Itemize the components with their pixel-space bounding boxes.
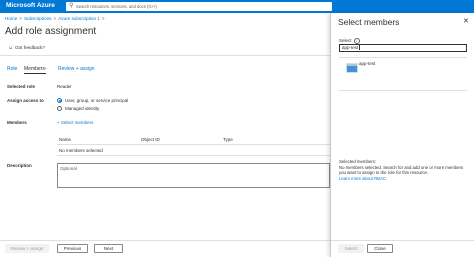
text-cursor — [358, 45, 360, 51]
member-search-input[interactable]: app-test — [339, 44, 467, 52]
radio-managed-identity[interactable] — [57, 106, 62, 111]
tab-members[interactable]: Members* — [24, 66, 47, 74]
tab-review-assign[interactable]: Review + assign — [58, 66, 95, 72]
page-title: Add role assignment — [5, 26, 97, 37]
breadcrumb-subscriptions[interactable]: Subscriptions — [24, 16, 52, 21]
footer-divider — [0, 240, 330, 241]
divider — [0, 55, 330, 56]
selected-members-text: No members selected. Search for and add … — [339, 165, 464, 176]
select-members-panel: Select members ✕ Select i app-test app-te… — [330, 13, 474, 257]
tab-role[interactable]: Role — [7, 66, 17, 72]
close-button[interactable]: Close — [367, 244, 393, 253]
no-members-text: No members selected — [59, 148, 103, 153]
review-assign-button[interactable]: Review + assign — [5, 244, 49, 253]
previous-button[interactable]: Previous — [57, 244, 88, 253]
selected-role-value: Reader — [57, 84, 72, 89]
feedback-label: Got feedback? — [15, 45, 45, 50]
learn-more-rbac-link[interactable]: Learn more about RBAC — [339, 176, 386, 181]
assign-access-label: Assign access to — [7, 98, 44, 103]
top-bar: Microsoft Azure ⚲ Search resources, serv… — [0, 0, 474, 13]
global-search-box[interactable]: ⚲ Search resources, services, and docs (… — [66, 2, 332, 11]
selected-members-title: Selected members: — [339, 159, 377, 164]
member-search-value: app-test — [342, 45, 359, 50]
more-options-icon[interactable]: ··· — [85, 27, 91, 33]
panel-footer-divider — [331, 240, 474, 241]
close-icon[interactable]: ✕ — [463, 17, 469, 25]
tab-members-modified-mark: * — [44, 66, 47, 71]
radio-user-group[interactable] — [57, 98, 62, 103]
chevron-right-icon: > — [101, 16, 105, 21]
results-bottom-divider — [339, 90, 467, 91]
tab-members-label: Members — [24, 66, 45, 72]
radio-user-group-label[interactable]: User, group, or service principal — [65, 98, 128, 103]
list-item[interactable]: app-test — [339, 60, 465, 90]
search-icon: ⚲ — [69, 3, 74, 9]
members-label: Members — [7, 120, 27, 125]
column-header-type: Type — [223, 137, 233, 142]
radio-managed-identity-label[interactable]: Managed identity — [65, 106, 99, 111]
feedback-link[interactable]: ☺ Got feedback? — [8, 45, 45, 51]
brand-label[interactable]: Microsoft Azure — [6, 2, 55, 9]
results-top-divider — [339, 57, 467, 58]
table-bottom-divider — [57, 155, 330, 156]
description-placeholder: Optional — [60, 166, 77, 171]
description-label: Description — [7, 163, 32, 168]
breadcrumb: Home > Subscriptions > Azure subscription 1 > — [5, 16, 107, 21]
panel-title: Select members — [338, 17, 400, 27]
next-button[interactable]: Next — [94, 244, 123, 253]
feedback-icon: ☺ — [8, 45, 14, 51]
select-button[interactable]: Select — [338, 244, 364, 253]
selected-role-label: Selected role — [7, 84, 36, 89]
select-label-text: Select — [339, 38, 352, 44]
global-search-placeholder[interactable]: Search resources, services, and docs (G+… — [76, 4, 157, 9]
description-textarea[interactable]: Optional — [57, 163, 330, 188]
result-name: app-test — [359, 61, 376, 66]
chevron-right-icon: > — [53, 16, 57, 21]
breadcrumb-home[interactable]: Home — [5, 16, 17, 21]
table-header-divider — [57, 144, 330, 145]
app-registration-icon — [346, 63, 358, 73]
column-header-name: Name — [59, 137, 72, 142]
breadcrumb-subscription[interactable]: Azure subscription 1 — [58, 16, 100, 21]
select-members-link[interactable]: + Select members — [57, 120, 93, 125]
column-header-object-id: Object ID — [141, 137, 160, 142]
chevron-right-icon: > — [19, 16, 22, 21]
